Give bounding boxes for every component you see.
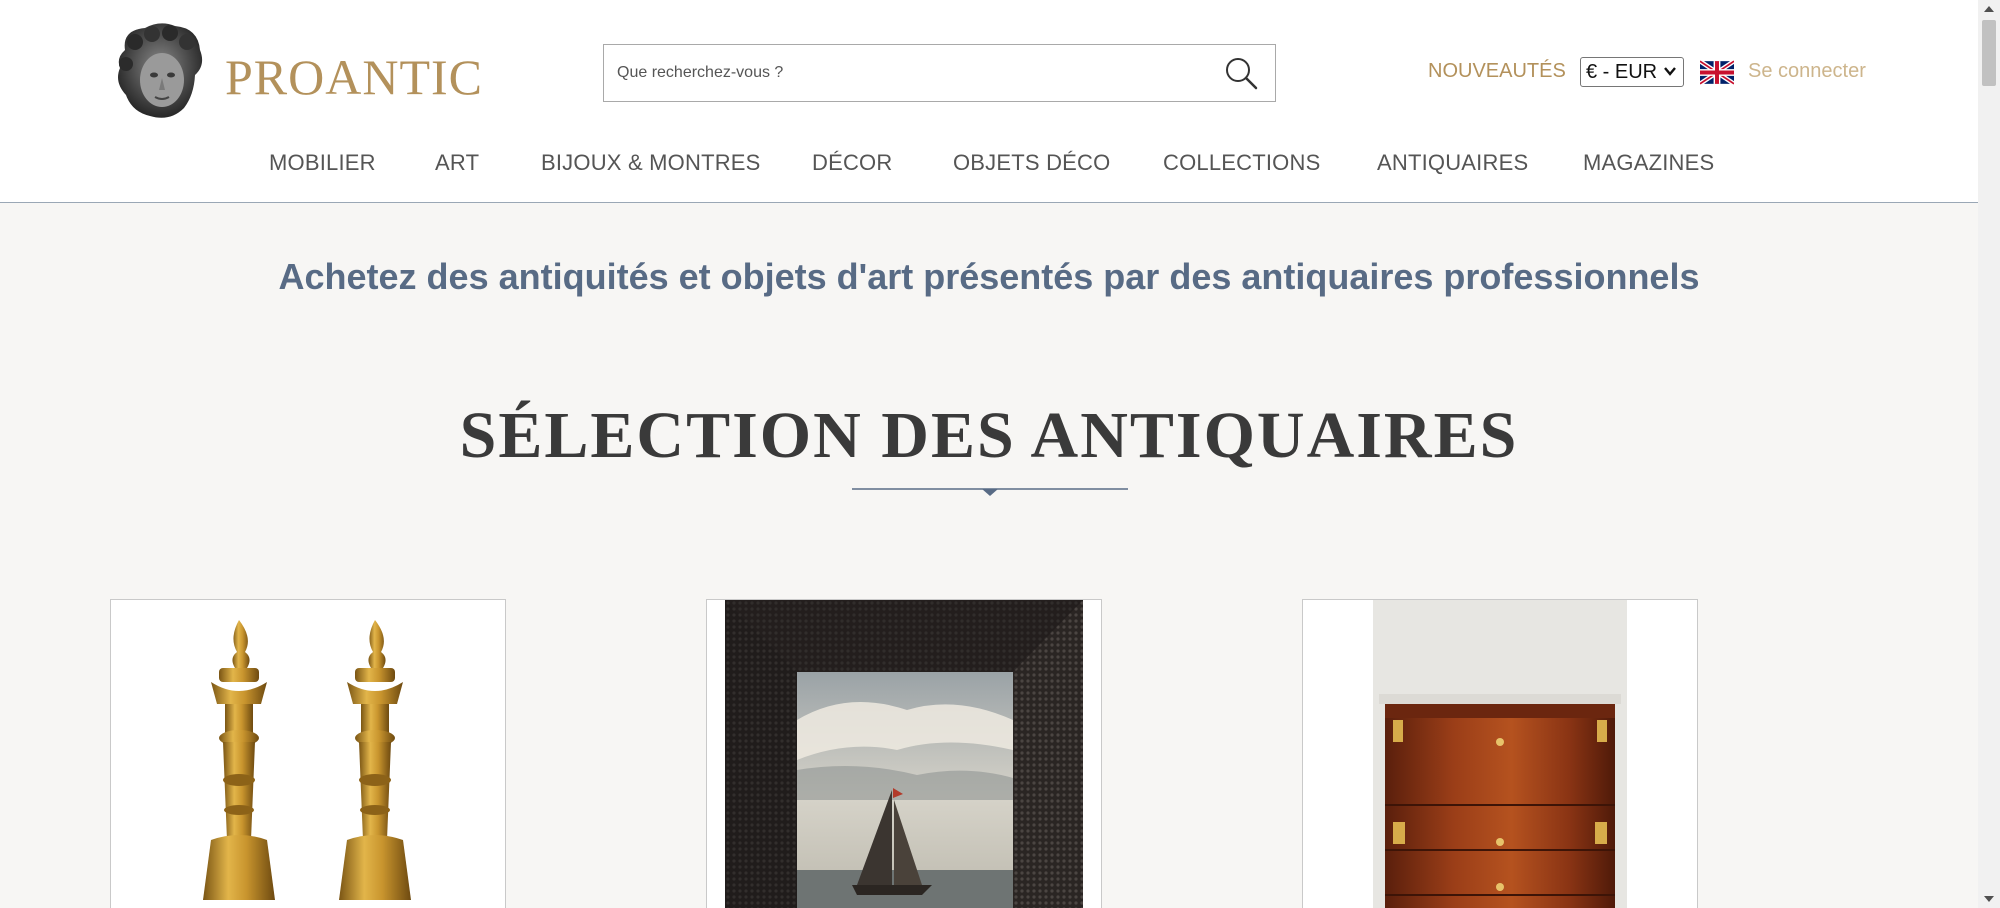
- new-arrivals-link[interactable]: NOUVEAUTÉS: [1428, 60, 1566, 83]
- title-divider: [852, 488, 1128, 496]
- logo-text: PROANTIC: [225, 49, 484, 105]
- logo-head-image: [118, 23, 203, 118]
- product-card[interactable]: [1302, 599, 1698, 908]
- product-card[interactable]: [110, 599, 506, 908]
- product-image-candlesticks: [203, 620, 411, 900]
- nav-item-art[interactable]: ART: [435, 150, 479, 176]
- nav-item-magazines[interactable]: MAGAZINES: [1583, 150, 1714, 176]
- site-header: PROANTIC NOUVEAUTÉS € - EUR Se connecter…: [0, 0, 1978, 203]
- search-bar: [603, 44, 1276, 102]
- section-title: SÉLECTION DES ANTIQUAIRES: [459, 399, 1519, 472]
- nav-item-collections[interactable]: COLLECTIONS: [1163, 150, 1320, 176]
- tagline: Achetez des antiquités et objets d'art p…: [278, 256, 1700, 297]
- product-image-secretaire: [1373, 600, 1627, 908]
- chevron-down-icon: [1664, 67, 1676, 76]
- nav-item-mobilier[interactable]: MOBILIER: [269, 150, 376, 176]
- currency-select[interactable]: € - EUR: [1580, 57, 1684, 87]
- scrollbar[interactable]: [1978, 0, 2000, 908]
- scrollbar-thumb[interactable]: [1982, 20, 1996, 86]
- main-nav: MOBILIER ART BIJOUX & MONTRES DÉCOR OBJE…: [0, 150, 1978, 180]
- nav-item-decor[interactable]: DÉCOR: [812, 150, 892, 176]
- nav-item-objets-deco[interactable]: OBJETS DÉCO: [953, 150, 1110, 176]
- scroll-down-arrow-icon[interactable]: [1984, 896, 1994, 902]
- signin-link[interactable]: Se connecter: [1748, 60, 1866, 83]
- nav-item-bijoux-montres[interactable]: BIJOUX & MONTRES: [541, 150, 761, 176]
- product-image-seascape-painting: [725, 600, 1083, 908]
- logo[interactable]: PROANTIC: [110, 20, 482, 122]
- product-card[interactable]: [706, 599, 1102, 908]
- nav-item-antiquaires[interactable]: ANTIQUAIRES: [1377, 150, 1528, 176]
- scroll-up-arrow-icon[interactable]: [1984, 6, 1994, 12]
- currency-value: € - EUR: [1586, 60, 1658, 83]
- search-input[interactable]: [604, 45, 1204, 101]
- flag-uk-icon[interactable]: [1700, 60, 1734, 85]
- search-icon[interactable]: [1223, 55, 1259, 91]
